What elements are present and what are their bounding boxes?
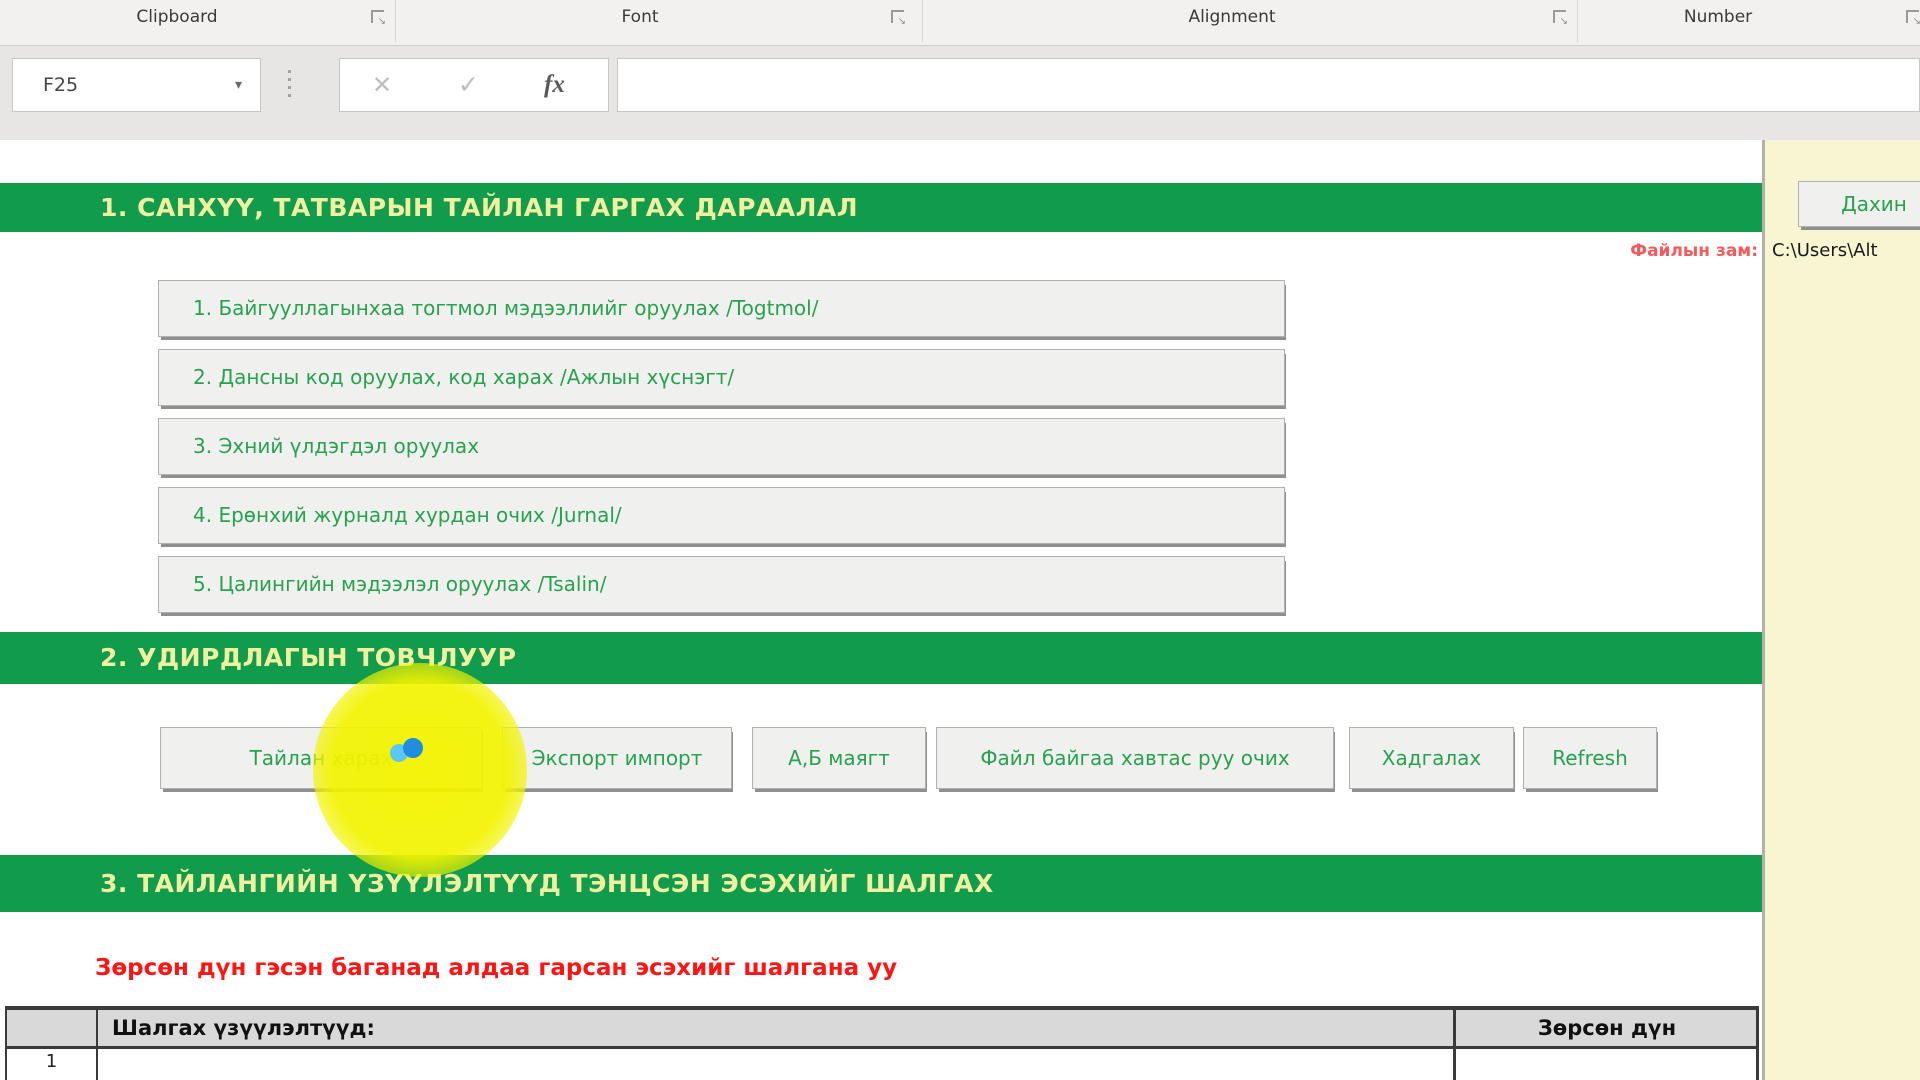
excel-window: Clipboard Font Alignment Number ↘ ↘ ↘ ↘ …: [0, 0, 1920, 1080]
dahin-button[interactable]: Дахин: [1798, 181, 1920, 227]
formula-bar-grip[interactable]: [288, 70, 291, 97]
name-box[interactable]: F25 ▾: [12, 58, 261, 112]
ribbon-group-font: Font: [621, 7, 658, 27]
table-header-indicators: Шалгах үзүүлэлтүүд:: [98, 1010, 1455, 1046]
warning-text: Зөрсөн дүн гэсэн баганад алдаа гарсан эс…: [95, 955, 897, 981]
button-save[interactable]: Хадгалах: [1349, 727, 1514, 789]
table-header-rownum: [5, 1010, 98, 1046]
alignment-dialog-launcher-icon[interactable]: ↘: [1553, 10, 1566, 23]
section3-header: 3. ТАЙЛАНГИЙН ҮЗҮҮЛЭЛТҮҮД ТЭНЦСЭН ЭСЭХИЙ…: [0, 855, 1762, 912]
name-box-dropdown-icon[interactable]: ▾: [235, 59, 242, 111]
column-divider: [1762, 140, 1765, 1080]
table-header-diff: Зөрсөн дүн: [1455, 1010, 1759, 1046]
enter-icon[interactable]: ✓: [458, 59, 479, 111]
button-togtmol[interactable]: 1. Байгууллагынхаа тогтмол мэдээллийг ор…: [158, 280, 1285, 337]
cancel-icon[interactable]: ✕: [372, 59, 392, 111]
button-tsalin[interactable]: 5. Цалингийн мэдээлэл оруулах /Tsalin/: [158, 556, 1285, 613]
section2-header: 2. УДИРДЛАГЫН ТОВЧЛУУР: [0, 632, 1762, 684]
cursor-ring-icon: [403, 738, 423, 758]
button-ab-forms[interactable]: А,Б маягт: [752, 727, 926, 789]
ribbon-group-number: Number: [1684, 7, 1752, 27]
clipboard-dialog-launcher-icon[interactable]: ↘: [371, 10, 384, 23]
table-border-right: [1756, 1006, 1759, 1080]
button-jurnal[interactable]: 4. Ерөнхий журналд хурдан очих /Jurnal/: [158, 487, 1285, 544]
worksheet: 1. САНХҮҮ, ТАТВАРЫН ТАЙЛАН ГАРГАХ ДАРААЛ…: [0, 140, 1920, 1080]
name-box-value: F25: [43, 59, 78, 111]
ribbon-separator: [1577, 0, 1578, 42]
font-dialog-launcher-icon[interactable]: ↘: [891, 10, 904, 23]
side-panel: [1765, 140, 1920, 1080]
ribbon-strip: Clipboard Font Alignment Number ↘ ↘ ↘ ↘: [0, 0, 1920, 46]
formula-input[interactable]: [617, 58, 1920, 112]
ribbon-separator: [922, 0, 923, 42]
file-path-value: C:\Users\Alt: [1772, 240, 1878, 266]
insert-function-icon[interactable]: fx: [544, 59, 565, 111]
button-opening-balance[interactable]: 3. Эхний үлдэгдэл оруулах: [158, 418, 1285, 475]
table-header-border: [5, 1046, 1759, 1049]
button-open-folder[interactable]: Файл байгаа хавтас руу очих: [936, 727, 1334, 789]
button-account-codes[interactable]: 2. Дансны код оруулах, код харах /Ажлын …: [158, 349, 1285, 406]
table-row-number: 1: [5, 1051, 98, 1072]
click-highlight-circle: [313, 663, 527, 877]
ribbon-separator: [395, 0, 396, 42]
ribbon-group-clipboard: Clipboard: [136, 7, 217, 27]
number-dialog-launcher-icon[interactable]: ↘: [1906, 10, 1919, 23]
button-export-import[interactable]: Экспорт импорт: [502, 727, 732, 789]
formula-buttons-box: ✕ ✓ fx: [339, 58, 609, 112]
ribbon-group-alignment: Alignment: [1188, 7, 1275, 27]
formula-bar-row: F25 ▾ ✕ ✓ fx: [0, 46, 1920, 140]
file-path-label: Файлын зам:: [1430, 241, 1758, 267]
section1-header: 1. САНХҮҮ, ТАТВАРЫН ТАЙЛАН ГАРГАХ ДАРААЛ…: [0, 183, 1762, 232]
button-refresh[interactable]: Refresh: [1523, 727, 1657, 789]
table-border-col2: [1453, 1006, 1456, 1080]
